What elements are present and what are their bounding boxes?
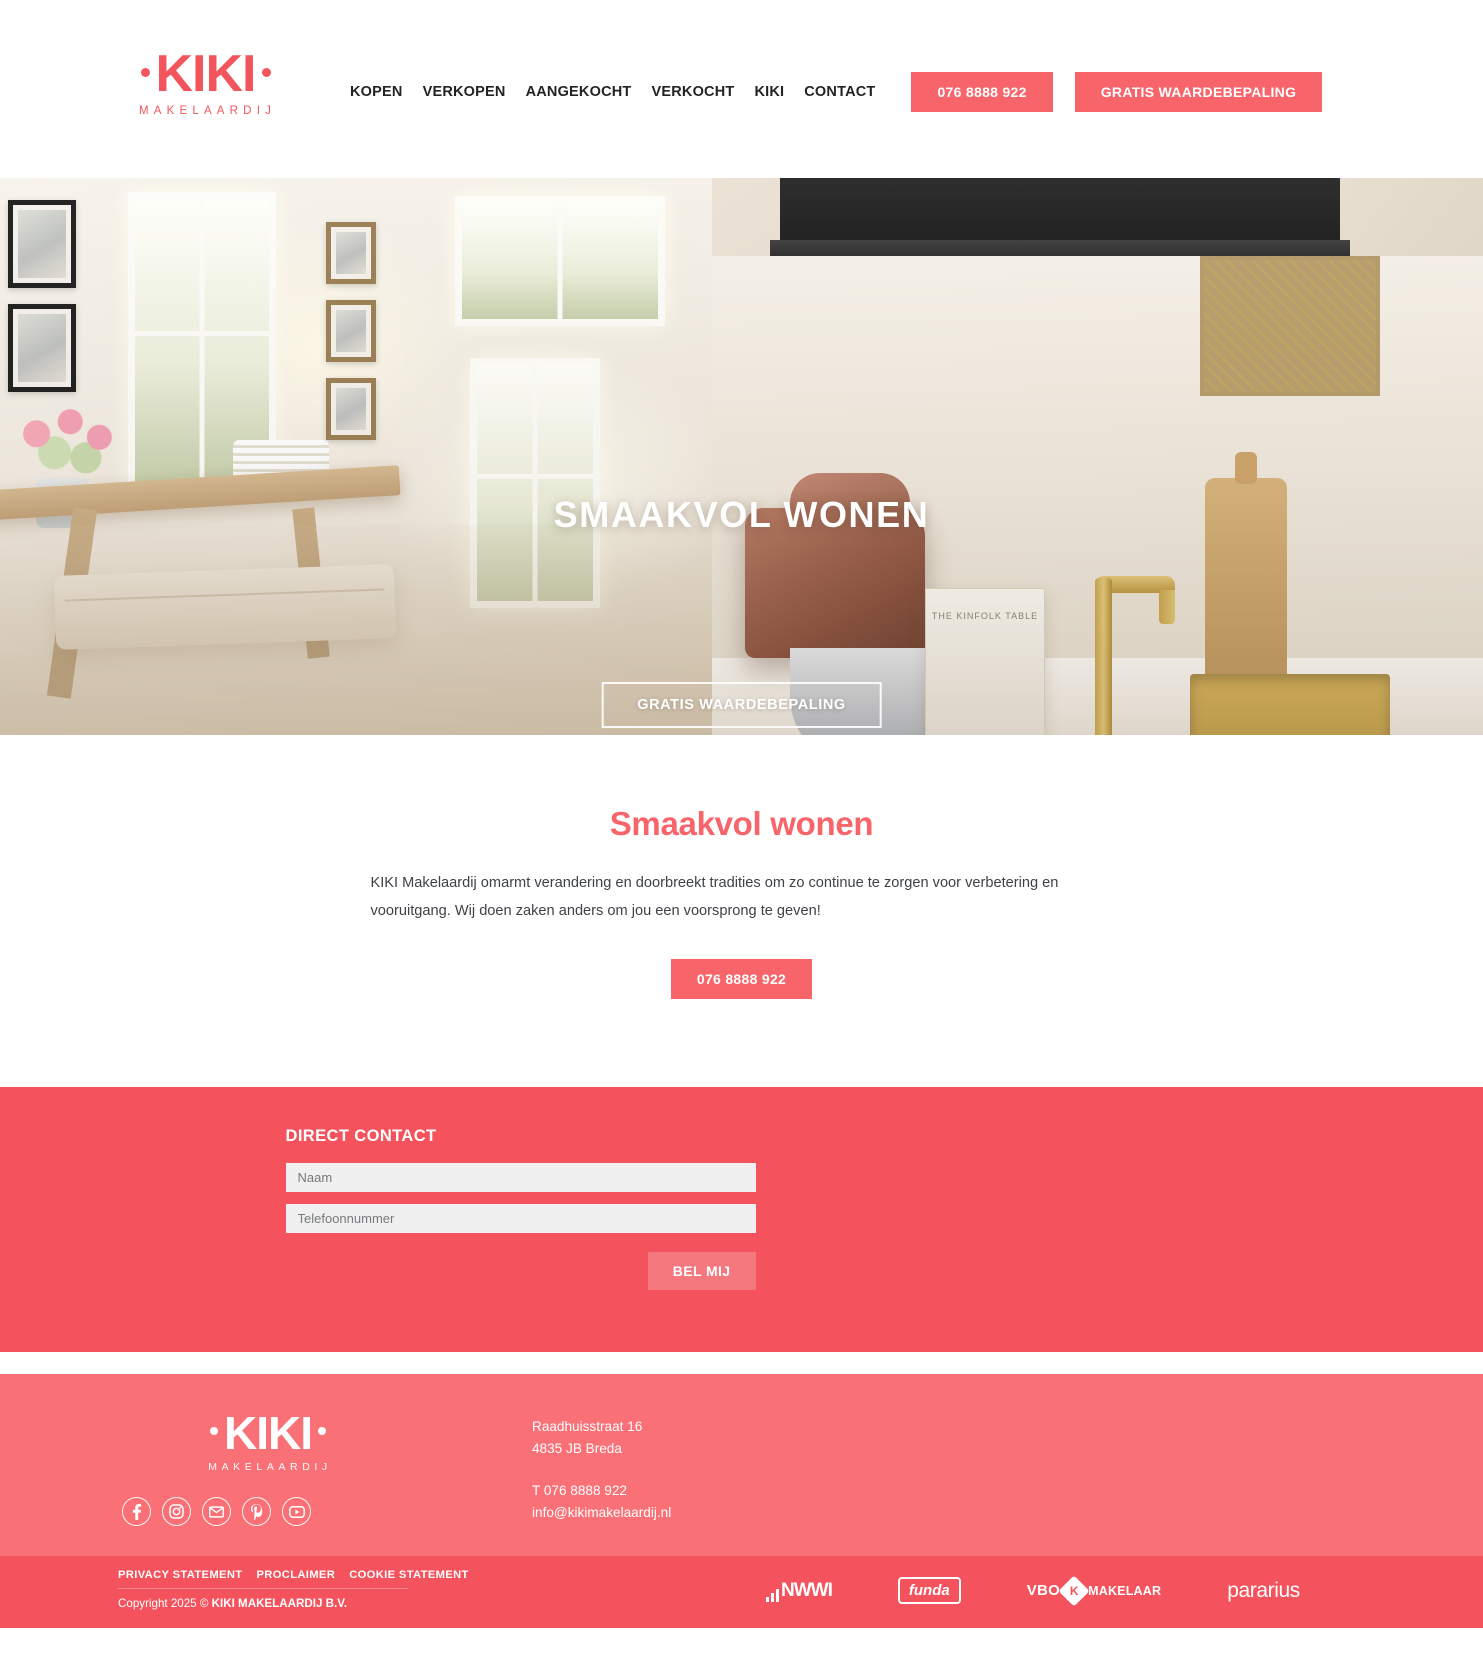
main-nav: KOPEN VERKOPEN AANGEKOCHT VERKOCHT KIKI … <box>350 84 875 100</box>
nwwi-label: NWWI <box>781 1579 833 1601</box>
funda-logo[interactable]: funda <box>897 1577 961 1605</box>
nav-item-contact[interactable]: CONTACT <box>804 84 875 100</box>
youtube-icon[interactable] <box>282 1497 311 1527</box>
header-phone-button[interactable]: 076 8888 922 <box>911 72 1053 112</box>
email-icon[interactable] <box>202 1497 231 1527</box>
footer-brand-name: KIKI <box>224 1407 313 1460</box>
nav-item-kopen[interactable]: KOPEN <box>350 84 403 100</box>
intro-title: Smaakvol wonen <box>609 805 874 842</box>
nav-item-kiki[interactable]: KIKI <box>754 84 784 100</box>
intro-phone-button[interactable]: 076 8888 922 <box>670 959 813 1000</box>
copyright-company: KIKI MAKELAARDIJ B.V. <box>211 1597 348 1611</box>
proclaimer-link[interactable]: PROCLAIMER <box>256 1569 335 1581</box>
nav-item-verkocht[interactable]: VERKOCHT <box>651 84 734 100</box>
brand-name: KIKI <box>155 45 257 103</box>
footer-address: Raadhuisstraat 16 4835 JB Breda T 076 88… <box>532 1410 671 1526</box>
legal-divider <box>118 1588 408 1590</box>
address-street: Raadhuisstraat 16 <box>532 1419 643 1435</box>
brand-logo[interactable]: KIKI MAKELAARDIJ <box>118 48 293 117</box>
brand-tagline: MAKELAARDIJ <box>138 105 277 117</box>
direct-contact-inner: DIRECT CONTACT BEL MIJ <box>272 1127 1212 1291</box>
vbo-label: VBO <box>1026 1582 1061 1600</box>
address-gap <box>532 1460 671 1480</box>
footer-brand-wordmark: KIKI <box>118 1410 418 1456</box>
footer-email[interactable]: info@kikimakelaardij.nl <box>532 1502 671 1524</box>
hero-title: SMAAKVOL WONEN <box>553 494 930 535</box>
direct-contact-title: DIRECT CONTACT <box>285 1127 437 1146</box>
pinterest-icon[interactable] <box>242 1497 271 1527</box>
nav-item-verkopen[interactable]: VERKOPEN <box>423 84 506 100</box>
header-nav-wrap: KOPEN VERKOPEN AANGEKOCHT VERKOCHT KIKI … <box>350 72 1365 112</box>
legal-column: PRIVACY STATEMENT PROCLAIMER COOKIE STAT… <box>118 1569 748 1610</box>
facebook-icon[interactable] <box>122 1497 151 1527</box>
hero-valuation-button[interactable]: GRATIS WAARDEBEPALING <box>601 682 882 728</box>
nav-item-aangekocht[interactable]: AANGEKOCHT <box>526 84 632 100</box>
direct-contact-section: DIRECT CONTACT BEL MIJ <box>0 1087 1483 1353</box>
hero-content: SMAAKVOL WONEN GRATIS WAARDEBEPALING <box>0 178 1483 735</box>
footer-main: KIKI MAKELAARDIJ Raadhuisstraat 16 4835 … <box>0 1410 1483 1556</box>
intro-button-wrap: 076 8888 922 <box>0 959 1483 1000</box>
footer-bottom-bar: PRIVACY STATEMENT PROCLAIMER COOKIE STAT… <box>0 1556 1483 1629</box>
instagram-icon[interactable] <box>162 1497 191 1527</box>
cookie-statement-link[interactable]: COOKIE STATEMENT <box>349 1569 469 1581</box>
brand-dot-left <box>140 67 150 77</box>
footer-brand-dot-left <box>210 1427 218 1436</box>
header-actions: 076 8888 922 GRATIS WAARDEBEPALING <box>911 72 1323 112</box>
copyright-text: Copyright 2025 © KIKI MAKELAARDIJ B.V. <box>118 1597 748 1610</box>
intro-paragraph: KIKI Makelaardij omarmt verandering en d… <box>370 875 1059 920</box>
nwwi-logo[interactable]: NWWI <box>766 1579 833 1602</box>
copyright-prefix: Copyright 2025 © <box>118 1597 212 1611</box>
footer-phone[interactable]: T 076 8888 922 <box>532 1480 671 1502</box>
legal-links: PRIVACY STATEMENT PROCLAIMER COOKIE STAT… <box>118 1569 748 1581</box>
footer-brand-tagline: MAKELAARDIJ <box>208 1461 332 1474</box>
vbo-diamond-icon: K <box>1058 1574 1090 1607</box>
header-valuation-button[interactable]: GRATIS WAARDEBEPALING <box>1074 72 1323 112</box>
pararius-logo[interactable]: pararius <box>1227 1579 1300 1603</box>
brand-wordmark: KIKI <box>118 48 293 100</box>
submit-row: BEL MIJ <box>286 1252 756 1291</box>
hero-section: THE KINFOLK TABLE SMAAKVOL WONEN GRATIS … <box>0 178 1483 735</box>
makelaar-label: MAKELAAR <box>1088 1583 1162 1598</box>
intro-section: Smaakvol wonen KIKI Makelaardij omarmt v… <box>0 735 1483 1088</box>
phone-input[interactable] <box>285 1204 756 1234</box>
privacy-statement-link[interactable]: PRIVACY STATEMENT <box>118 1569 242 1581</box>
site-header: KIKI MAKELAARDIJ KOPEN VERKOPEN AANGEKOC… <box>0 0 1483 178</box>
address-city: 4835 JB Breda <box>532 1441 622 1457</box>
brand-dot-right <box>261 67 271 77</box>
footer-brand[interactable]: KIKI MAKELAARDIJ <box>118 1410 418 1527</box>
social-links <box>118 1497 418 1527</box>
site-footer: KIKI MAKELAARDIJ Raadhuisstraat 16 4835 … <box>0 1374 1483 1629</box>
footer-brand-dot-right <box>318 1427 326 1436</box>
name-input[interactable] <box>285 1163 756 1193</box>
nwwi-bars-icon <box>766 1585 779 1602</box>
partner-logos: NWWI funda VBO K MAKELAAR pararius <box>766 1569 1300 1607</box>
section-divider <box>0 1352 1483 1375</box>
vbo-makelaar-logo[interactable]: VBO K MAKELAAR <box>1026 1574 1162 1607</box>
call-me-button[interactable]: BEL MIJ <box>647 1252 756 1291</box>
